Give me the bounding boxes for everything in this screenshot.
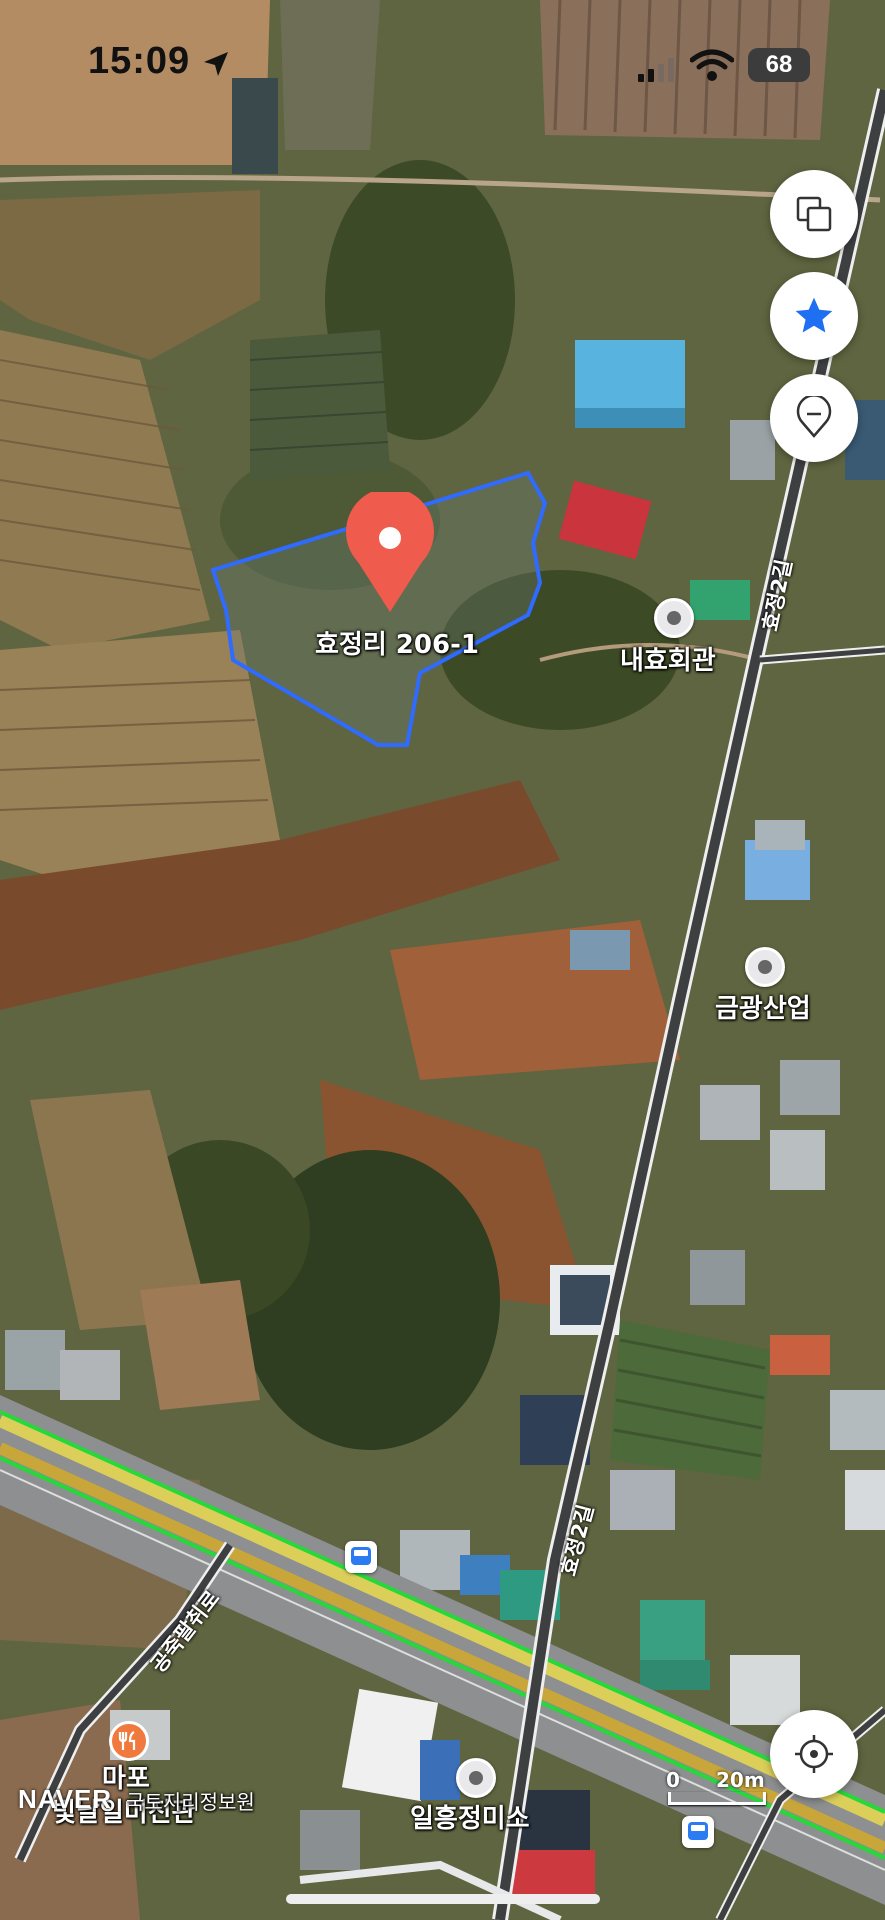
current-location-icon — [795, 1735, 833, 1773]
bus-stop-icon[interactable] — [345, 1541, 377, 1573]
status-bar: 15:09 68 — [0, 0, 885, 130]
bus-stop-icon[interactable] — [682, 1816, 714, 1848]
home-indicator[interactable] — [286, 1894, 600, 1904]
place-label-geumgwang[interactable]: 금광산업 — [715, 988, 811, 1025]
parcel-pin[interactable] — [344, 487, 436, 614]
layers-icon — [796, 196, 832, 232]
layers-button[interactable] — [770, 170, 858, 258]
location-arrow-icon — [204, 52, 228, 76]
location-pin-marker-icon — [346, 487, 434, 612]
restaurant-poi-icon[interactable] — [109, 1721, 149, 1761]
scale-zero: 0 — [666, 1768, 680, 1792]
location-pin-icon — [796, 396, 832, 438]
wifi-icon — [690, 49, 734, 81]
favorite-button[interactable] — [770, 272, 858, 360]
place-label-naehyo-hall[interactable]: 내효회관 — [620, 640, 716, 677]
poi-building-icon[interactable] — [654, 598, 694, 638]
cellular-signal-icon — [638, 58, 674, 82]
poi-building-icon[interactable] — [456, 1758, 496, 1798]
star-icon — [795, 297, 833, 333]
parcel-label: 효정리 206-1 — [315, 630, 479, 660]
scale-bar: 0 20m — [662, 1768, 766, 1808]
clock: 15:09 — [88, 40, 191, 82]
overlap-label-b: 국토지리정보원 — [126, 1790, 255, 1814]
place-label-ilheung-mill[interactable]: 일흥정미소 — [410, 1798, 530, 1835]
pin-button[interactable] — [770, 374, 858, 462]
poi-office-icon[interactable] — [745, 947, 785, 987]
naver-logo: NAVER — [18, 1784, 113, 1814]
battery-indicator: 68 — [748, 48, 810, 82]
scale-distance: 20m — [716, 1768, 765, 1792]
current-location-button[interactable] — [770, 1710, 858, 1798]
